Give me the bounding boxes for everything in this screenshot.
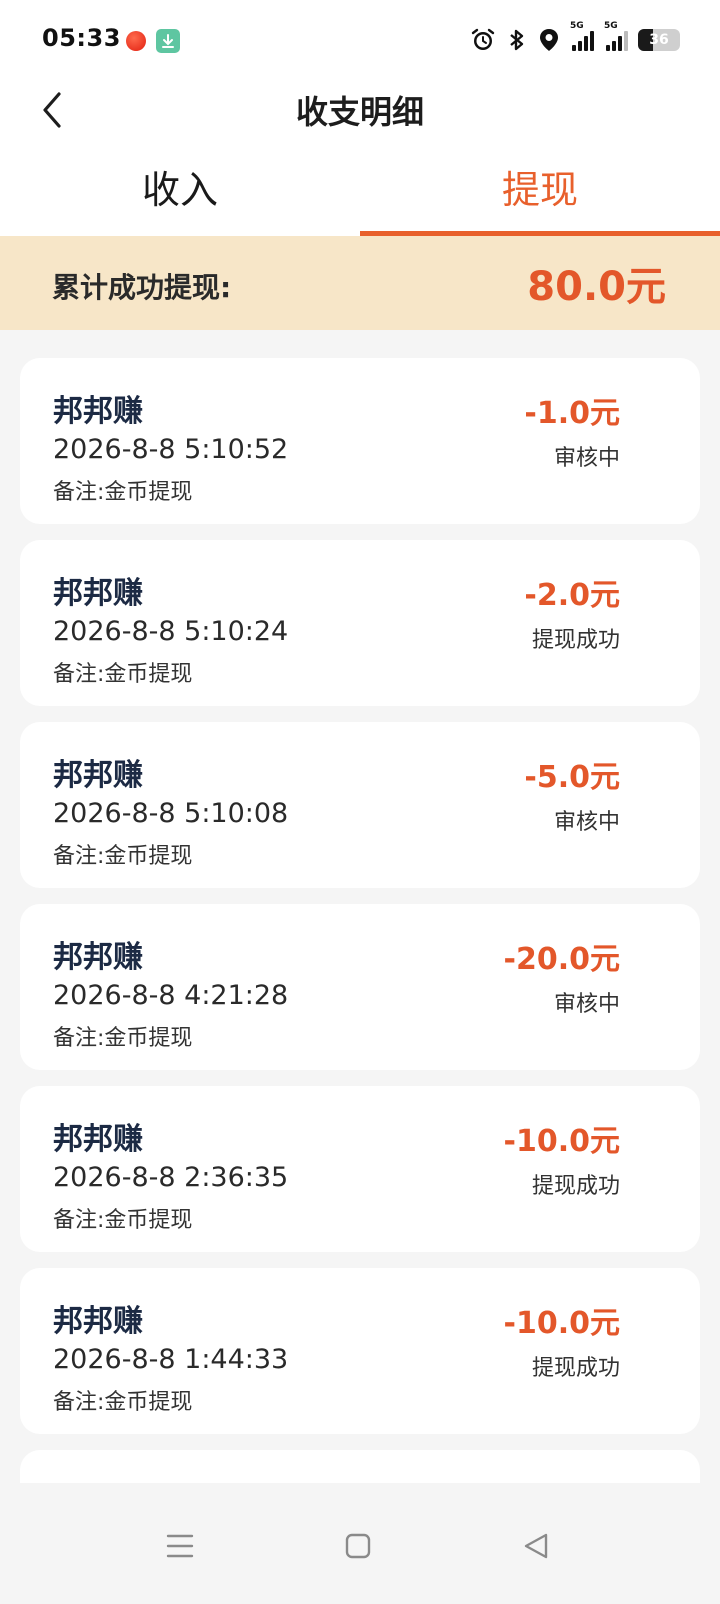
record-note: 备注:金币提现	[53, 480, 193, 505]
record-amount: -20.0元	[503, 942, 620, 977]
record-app-name: 邦邦赚	[53, 1122, 143, 1157]
record-card[interactable]: 邦邦赚 2026-8-8 5:10:08 备注:金币提现 -5.0元 审核中	[20, 722, 700, 888]
record-card[interactable]: 邦邦赚 2026-8-8 4:21:28 备注:金币提现 -20.0元 审核中	[20, 904, 700, 1070]
withdraw-summary: 累计成功提现: 80.0元	[0, 236, 720, 330]
status-time: 05:33	[42, 24, 121, 52]
record-time: 2026-8-8 5:10:52	[53, 434, 289, 465]
record-app-name: 邦邦赚	[53, 940, 143, 975]
bluetooth-icon	[506, 27, 528, 53]
menu-button[interactable]	[158, 1524, 202, 1568]
record-status: 提现成功	[531, 628, 620, 653]
summary-label: 累计成功提现:	[52, 271, 232, 304]
menu-icon	[166, 1534, 194, 1558]
nav-back-button[interactable]	[514, 1524, 558, 1568]
triangle-back-icon	[524, 1533, 548, 1559]
record-app-name: 邦邦赚	[53, 758, 143, 793]
record-time: 2026-8-8 1:44:33	[53, 1344, 289, 1375]
record-amount: -2.0元	[524, 578, 620, 613]
header: 收支明细	[0, 80, 720, 144]
record-app-name: 邦邦赚	[53, 576, 143, 611]
record-amount: -1.0元	[524, 396, 620, 431]
tab-bar: 收入 提现	[0, 144, 720, 236]
record-amount: -5.0元	[524, 760, 620, 795]
record-amount: -10.0元	[503, 1124, 620, 1159]
record-status: 提现成功	[531, 1174, 620, 1199]
record-note: 备注:金币提现	[53, 844, 193, 869]
record-card[interactable]: 邦邦赚 2026-8-8 5:10:52 备注:金币提现 -1.0元 审核中	[20, 358, 700, 524]
alarm-icon	[470, 27, 496, 53]
record-time: 2026-8-8 4:21:28	[53, 980, 289, 1011]
record-card[interactable]: 邦邦赚 2026-8-8 1:44:33 备注:金币提现 -10.0元 提现成功	[20, 1268, 700, 1434]
home-button[interactable]	[336, 1524, 380, 1568]
record-status: 提现成功	[531, 1356, 620, 1381]
status-icons: 5G 5G 36	[470, 21, 680, 56]
record-time: 2026-8-8 2:36:35	[53, 1162, 289, 1193]
app-notification-icon	[126, 31, 146, 51]
cellular-signal-1-icon: 5G	[570, 21, 594, 51]
record-time: 2026-8-8 5:10:24	[53, 616, 289, 647]
location-icon	[538, 27, 560, 53]
record-card[interactable]: 邦邦赚 2026-8-8 5:10:24 备注:金币提现 -2.0元 提现成功	[20, 540, 700, 706]
home-square-icon	[345, 1533, 371, 1559]
record-status: 审核中	[553, 810, 620, 835]
page-title: 收支明细	[295, 93, 424, 131]
record-app-name: 邦邦赚	[53, 1304, 143, 1339]
status-bar: 05:33 5G 5G 36	[0, 0, 720, 80]
tab-withdraw[interactable]: 提现	[360, 144, 720, 236]
record-time: 2026-8-8 5:10:08	[53, 798, 289, 829]
record-note: 备注:金币提现	[53, 1208, 193, 1233]
system-nav-bar	[0, 1484, 720, 1604]
record-card[interactable]: 邦邦赚 2026-8-8 2:36:35 备注:金币提现 -10.0元 提现成功	[20, 1086, 700, 1252]
record-status: 审核中	[553, 992, 620, 1017]
record-note: 备注:金币提现	[53, 1390, 193, 1415]
record-note: 备注:金币提现	[53, 662, 193, 687]
record-note: 备注:金币提现	[53, 1026, 193, 1051]
record-status: 审核中	[553, 446, 620, 471]
record-amount: -10.0元	[503, 1306, 620, 1341]
summary-value: 80.0元	[527, 264, 666, 310]
record-app-name: 邦邦赚	[53, 394, 143, 429]
withdraw-record-list[interactable]: 邦邦赚 2026-8-8 5:10:52 备注:金币提现 -1.0元 审核中 邦…	[20, 358, 700, 1483]
tab-income[interactable]: 收入	[0, 144, 360, 236]
cellular-signal-2-icon: 5G	[604, 21, 628, 51]
battery-level: 36	[649, 32, 669, 48]
download-notification-icon	[156, 29, 180, 53]
record-card-partial[interactable]	[20, 1450, 700, 1483]
battery-icon: 36	[638, 29, 680, 51]
